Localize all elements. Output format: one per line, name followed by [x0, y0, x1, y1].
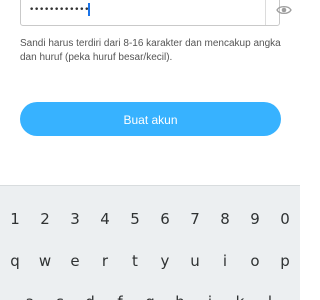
- key-e[interactable]: e: [60, 248, 90, 274]
- key-3[interactable]: 3: [60, 206, 90, 232]
- key-q[interactable]: q: [0, 248, 30, 274]
- key-5[interactable]: 5: [120, 206, 150, 232]
- key-i[interactable]: i: [210, 248, 240, 274]
- eye-icon[interactable]: [276, 3, 292, 15]
- create-account-button[interactable]: Buat akun: [20, 102, 281, 136]
- key-l[interactable]: l: [255, 289, 285, 300]
- key-9[interactable]: 9: [240, 206, 270, 232]
- key-7[interactable]: 7: [180, 206, 210, 232]
- key-t[interactable]: t: [120, 248, 150, 274]
- text-caret: [88, 3, 90, 16]
- key-y[interactable]: y: [150, 248, 180, 274]
- key-h[interactable]: h: [165, 289, 195, 300]
- key-f[interactable]: f: [105, 289, 135, 300]
- key-2[interactable]: 2: [30, 206, 60, 232]
- key-p[interactable]: p: [270, 248, 300, 274]
- on-screen-keyboard: 1 2 3 4 5 6 7 8 9 0 q w e r t y u i o p …: [0, 185, 300, 300]
- key-d[interactable]: d: [75, 289, 105, 300]
- key-k[interactable]: k: [225, 289, 255, 300]
- key-4[interactable]: 4: [90, 206, 120, 232]
- key-u[interactable]: u: [180, 248, 210, 274]
- key-j[interactable]: j: [195, 289, 225, 300]
- key-8[interactable]: 8: [210, 206, 240, 232]
- keyboard-letter-row-1: q w e r t y u i o p: [0, 248, 300, 274]
- key-r[interactable]: r: [90, 248, 120, 274]
- key-a[interactable]: a: [15, 289, 45, 300]
- password-field[interactable]: ••••••••••••: [20, 0, 292, 26]
- key-0[interactable]: 0: [270, 206, 300, 232]
- signup-screen: •••••••••••• Sandi harus terdiri dari 8-…: [0, 0, 300, 300]
- key-g[interactable]: g: [135, 289, 165, 300]
- password-helper-text: Sandi harus terdiri dari 8-16 karakter d…: [20, 38, 281, 63]
- keyboard-digit-row: 1 2 3 4 5 6 7 8 9 0: [0, 206, 300, 232]
- key-w[interactable]: w: [30, 248, 60, 274]
- key-o[interactable]: o: [240, 248, 270, 274]
- key-1[interactable]: 1: [0, 206, 30, 232]
- key-s[interactable]: s: [45, 289, 75, 300]
- field-divider: [265, 0, 266, 25]
- keyboard-letter-row-2: a s d f g h j k l: [0, 289, 300, 300]
- key-6[interactable]: 6: [150, 206, 180, 232]
- password-value: ••••••••••••: [29, 5, 90, 15]
